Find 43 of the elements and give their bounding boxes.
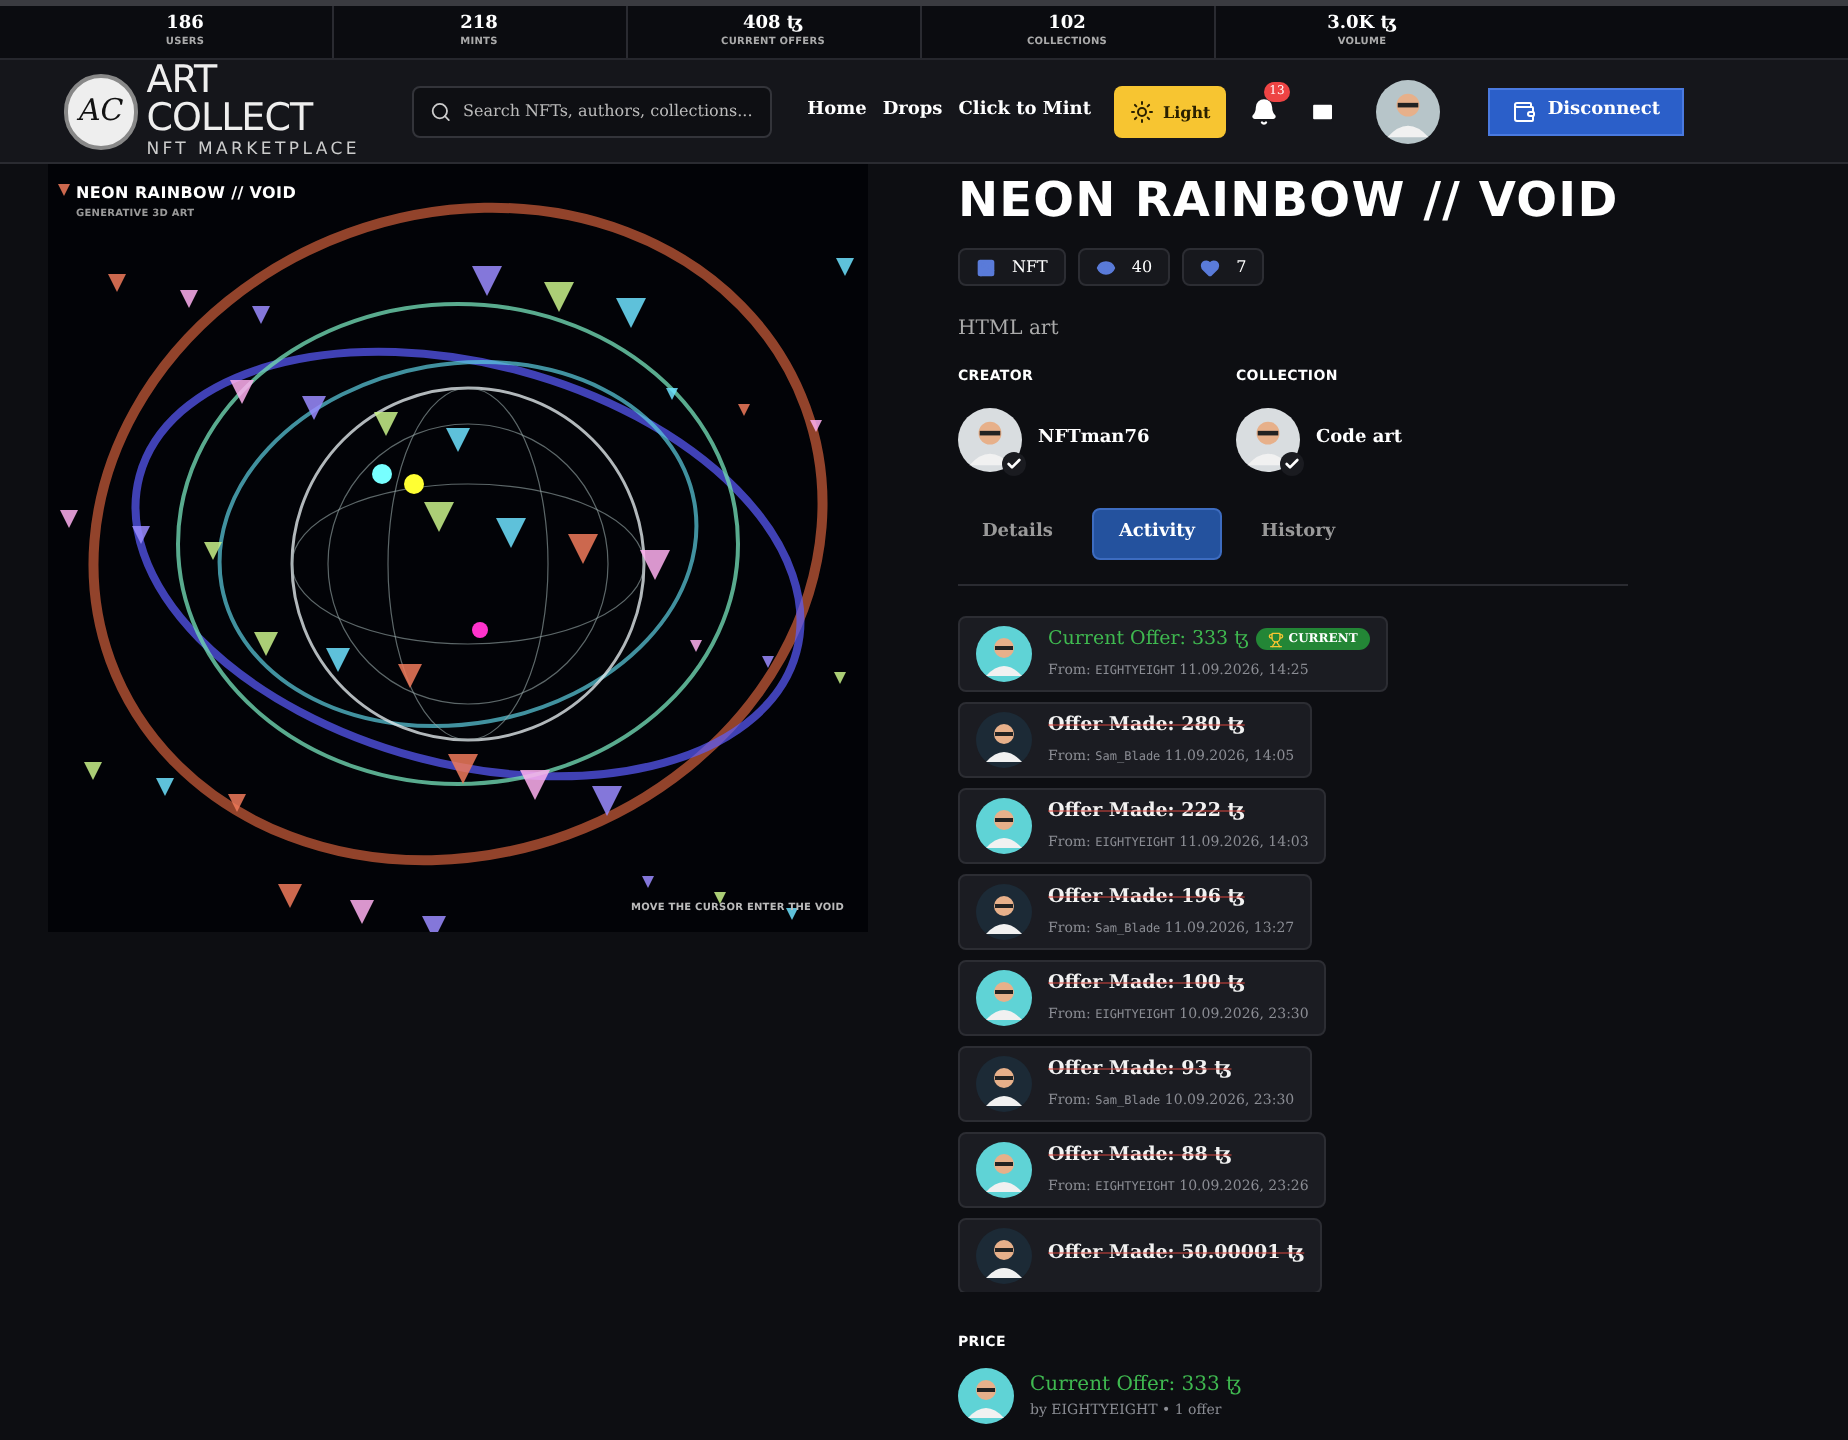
- stat-value: 408 ꜩ: [742, 16, 804, 34]
- search-field[interactable]: Search NFTs, authors, collections...: [411, 85, 772, 137]
- nav-link[interactable]: Drops: [882, 97, 943, 125]
- profile-link[interactable]: NFTman76: [958, 407, 1236, 471]
- wallet-icon: [1511, 99, 1536, 123]
- offer-title: Offer Made: 88 ꜩ: [1048, 1141, 1232, 1170]
- price-offer: Current Offer: 333 ꜩ: [1030, 1372, 1242, 1401]
- tab[interactable]: Details: [958, 507, 1077, 559]
- tab[interactable]: History: [1237, 507, 1360, 559]
- avatar-icon: [1375, 79, 1440, 143]
- stat-value: 3.0K ꜩ: [1327, 16, 1397, 34]
- offer-title: Offer Made: 93 ꜩ: [1048, 1055, 1232, 1084]
- info-badge: 40: [1077, 248, 1171, 286]
- offer-title: Offer Made: 222 ꜩ: [1048, 797, 1245, 826]
- sun-icon: [1130, 99, 1155, 123]
- info-badge: NFT: [958, 248, 1066, 286]
- avatar-icon: [958, 407, 1022, 471]
- logo-title: ART COLLECT: [146, 62, 316, 139]
- search-input[interactable]: Search NFTs, authors, collections...: [463, 99, 754, 123]
- offer-title: Offer Made: 100 ꜩ: [1048, 969, 1245, 998]
- stat-value: 186: [166, 16, 204, 34]
- stat-value: 218: [460, 16, 498, 34]
- offer-title: Offer Made: 280 ꜩ: [1048, 711, 1245, 740]
- nft-title: NEON RAINBOW // VOID: [958, 176, 1621, 224]
- nav-link[interactable]: Click to Mint: [958, 97, 1091, 125]
- notification-icon: [1250, 97, 1279, 125]
- avatar-icon: [1236, 407, 1300, 471]
- description: HTML art: [958, 316, 1061, 344]
- disconnect-button[interactable]: Disconnect: [1487, 87, 1685, 135]
- profile-link[interactable]: Code art: [1236, 407, 1514, 471]
- artwork-title: NEON RAINBOW // VOID: [76, 182, 297, 206]
- info-badge: 7: [1182, 248, 1265, 286]
- tab[interactable]: Activity: [1092, 507, 1222, 559]
- offer-title: Offer Made: 50.00001 ꜩ: [1048, 1240, 1305, 1269]
- offer-title: Current Offer: 333 ꜩ: [1048, 625, 1249, 654]
- nav-link[interactable]: Home: [807, 97, 867, 125]
- search-icon: [429, 99, 452, 123]
- offer-title: Offer Made: 196 ꜩ: [1048, 883, 1245, 912]
- stat-value: 102: [1048, 16, 1086, 34]
- avatar-icon: [958, 1368, 1014, 1424]
- logo-mark: AC: [64, 73, 139, 149]
- theme-toggle-button[interactable]: Light: [1114, 85, 1227, 137]
- logo-subtitle: NFT MARKETPLACE: [146, 142, 362, 160]
